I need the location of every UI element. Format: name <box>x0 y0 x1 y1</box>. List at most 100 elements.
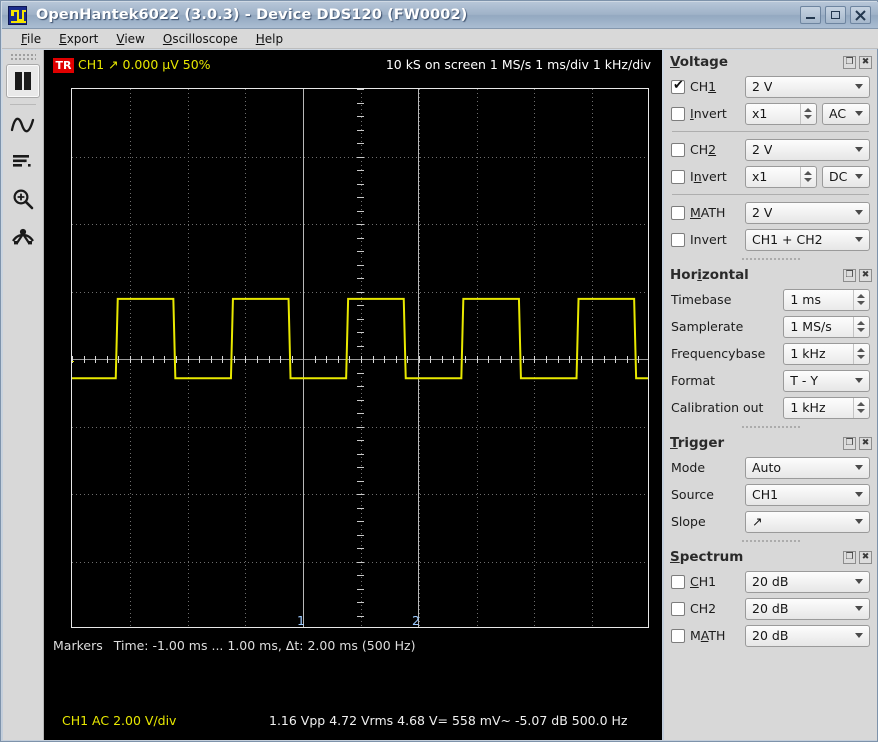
ch1-checkbox[interactable] <box>671 78 685 94</box>
trigger-slope-select[interactable]: ↗ <box>745 510 870 533</box>
menu-oscilloscope[interactable]: Oscilloscope <box>154 30 247 48</box>
scope-header: TR CH1 ↗ 0.000 µV 50% 10 kS on screen 1 … <box>44 50 662 82</box>
ch1-coupling-select[interactable]: AC <box>822 102 870 125</box>
toolbar-grip[interactable] <box>10 53 36 61</box>
trigger-section-header: Trigger ❐ ✖ <box>664 431 877 454</box>
pause-icon <box>15 72 31 90</box>
channel-offset-marker[interactable]: CH1 <box>72 351 75 365</box>
marker-label-2: 2 <box>412 613 420 628</box>
close-button[interactable] <box>850 6 871 24</box>
spectrum-title: Spectrum <box>670 549 744 565</box>
close-icon[interactable]: ✖ <box>859 436 872 450</box>
trigger-source-select[interactable]: CH1 <box>745 483 870 506</box>
scope-header-left: CH1 ↗ 0.000 µV 50% <box>78 57 211 72</box>
ch2-invert-checkbox[interactable] <box>671 169 685 184</box>
calibration-out-row: Calibration out 1 kHz <box>664 394 877 421</box>
trigger-title: Trigger <box>670 435 725 451</box>
horizontal-section-header: Horizontal ❐ ✖ <box>664 263 877 286</box>
menu-view[interactable]: View <box>107 30 153 48</box>
format-row: Format T - Y <box>664 367 877 394</box>
app-window: OpenHantek6022 (3.0.3) - Device DDS120 (… <box>0 0 878 742</box>
close-icon[interactable]: ✖ <box>859 55 872 69</box>
waveform-plot[interactable]: 1 2 CH1 <box>71 88 649 628</box>
float-icon[interactable]: ❐ <box>843 550 856 564</box>
float-icon[interactable]: ❐ <box>843 268 856 282</box>
voltage-title: Voltage <box>670 54 729 70</box>
menu-file[interactable]: File <box>12 30 50 48</box>
menu-bar: File Export View Oscilloscope Help <box>2 29 878 49</box>
ch1-probe-spin[interactable]: x1 <box>745 102 817 125</box>
measure-button[interactable] <box>6 219 40 253</box>
voltage-divider-2 <box>672 194 869 195</box>
magnifier-plus-icon <box>13 189 34 210</box>
scope-header-right: 10 kS on screen 1 MS/s 1 ms/div 1 kHz/di… <box>385 57 651 72</box>
spectrum-math-select[interactable]: 20 dB <box>745 624 870 647</box>
minimize-button[interactable] <box>800 6 821 24</box>
spectrum-view-button[interactable] <box>6 145 40 179</box>
spectrum-ch2-checkbox[interactable] <box>671 601 685 616</box>
status-channel-info: CH1 AC 2.00 V/div <box>62 713 177 728</box>
maximize-button[interactable] <box>825 6 846 24</box>
math-gain-select[interactable]: 2 V <box>745 201 870 224</box>
math-invert-checkbox[interactable] <box>671 232 685 247</box>
trigger-mode-select[interactable]: Auto <box>745 456 870 479</box>
spectrum-ch1-select[interactable]: 20 dB <box>745 570 870 593</box>
title-bar: OpenHantek6022 (3.0.3) - Device DDS120 (… <box>2 2 878 29</box>
ch1-gain-select[interactable]: 2 V <box>745 75 870 98</box>
math-checkbox[interactable] <box>671 205 685 220</box>
ch2-label: CH2 <box>690 142 717 157</box>
voltage-ch2-invert-row: Invert x1 DC <box>664 163 877 190</box>
ch2-probe-spin[interactable]: x1 <box>745 165 817 188</box>
voltage-divider-1 <box>672 131 869 132</box>
spectrum-ch2-select[interactable]: 20 dB <box>745 597 870 620</box>
spectrum-math-checkbox[interactable] <box>671 628 685 643</box>
trigger-mode-label: Mode <box>671 460 706 475</box>
voltage-dock-grip[interactable] <box>740 254 801 263</box>
frequencybase-spin[interactable]: 1 kHz <box>783 342 870 365</box>
calibration-out-spin[interactable]: 1 kHz <box>783 396 870 419</box>
spectrum-ch2-row: CH2 20 dB <box>664 595 877 622</box>
caliper-icon <box>12 228 34 245</box>
spectrum-section-header: Spectrum ❐ ✖ <box>664 545 877 568</box>
ch2-checkbox[interactable] <box>671 142 685 157</box>
app-icon <box>8 5 27 25</box>
horizontal-dock-grip[interactable] <box>740 422 801 431</box>
scope-view-button[interactable] <box>6 108 40 142</box>
ch1-invert-checkbox[interactable] <box>671 106 685 121</box>
ch2-gain-select[interactable]: 2 V <box>745 138 870 161</box>
voltage-ch2-row: CH2 2 V <box>664 136 877 163</box>
close-icon[interactable]: ✖ <box>859 550 872 564</box>
samplerate-spin[interactable]: 1 MS/s <box>783 315 870 338</box>
window-controls <box>800 6 871 24</box>
ch2-coupling-select[interactable]: DC <box>822 165 870 188</box>
calibration-out-label: Calibration out <box>671 400 764 415</box>
markers-label: Markers <box>53 638 103 653</box>
math-label: MATH <box>690 205 726 220</box>
voltage-ch1-row: CH1 2 V <box>664 73 877 100</box>
spectrum-bars-icon <box>13 155 31 167</box>
trigger-mode-row: Mode Auto <box>664 454 877 481</box>
pause-button[interactable] <box>6 64 40 98</box>
float-icon[interactable]: ❐ <box>843 55 856 69</box>
trigger-dock-grip[interactable] <box>740 536 801 545</box>
spectrum-math-row: MATH 20 dB <box>664 622 877 649</box>
trigger-slope-label: Slope <box>671 514 706 529</box>
ch2-invert-label: Invert <box>690 169 727 184</box>
trigger-source-row: Source CH1 <box>664 481 877 508</box>
right-dock: Voltage ❐ ✖ CH1 2 V Invert x1 AC <box>664 50 877 740</box>
format-select[interactable]: T - Y <box>783 369 870 392</box>
window-title: OpenHantek6022 (3.0.3) - Device DDS120 (… <box>36 7 468 23</box>
ch1-label: CH1 <box>690 79 717 94</box>
voltage-math-row: MATH 2 V <box>664 199 877 226</box>
math-mode-select[interactable]: CH1 + CH2 <box>745 228 870 251</box>
close-icon[interactable]: ✖ <box>859 268 872 282</box>
float-icon[interactable]: ❐ <box>843 436 856 450</box>
spectrum-ch1-checkbox[interactable] <box>671 574 685 589</box>
timebase-spin[interactable]: 1 ms <box>783 288 870 311</box>
menu-export[interactable]: Export <box>50 30 107 48</box>
menu-help[interactable]: Help <box>247 30 292 48</box>
trigger-source-label: Source <box>671 487 714 502</box>
zoom-button[interactable] <box>6 182 40 216</box>
spectrum-ch1-label: CH1 <box>690 574 717 589</box>
voltage-section-header: Voltage ❐ ✖ <box>664 50 877 73</box>
